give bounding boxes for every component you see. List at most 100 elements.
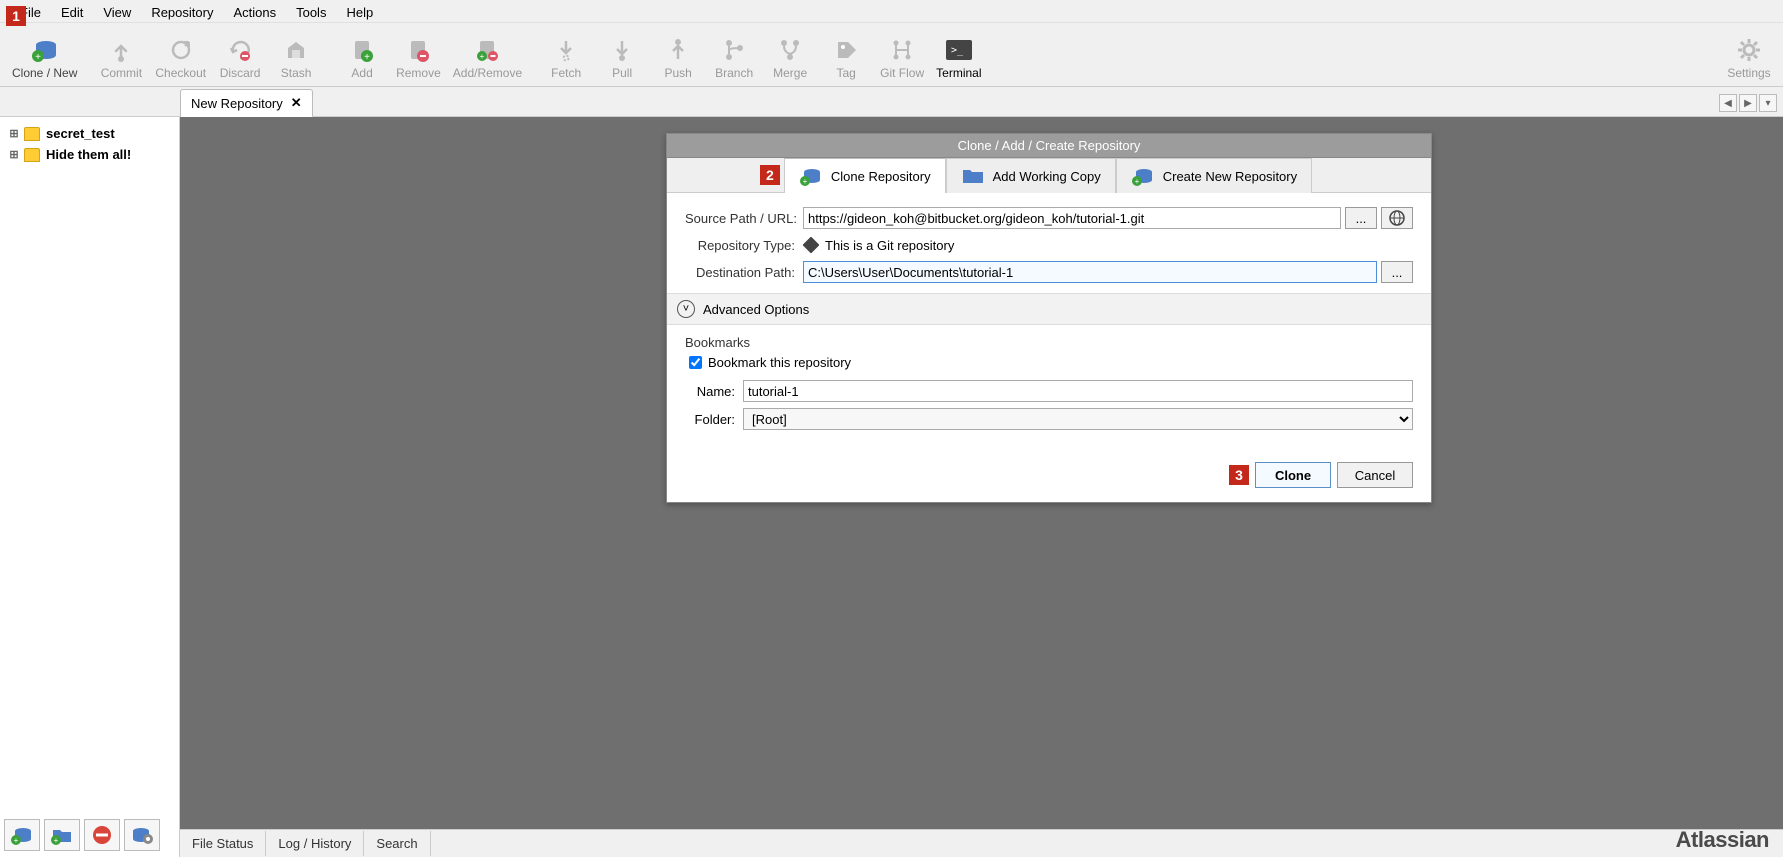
sidebar-item-hide-them-all[interactable]: ⊞ Hide them all! — [4, 144, 175, 165]
bookmarks-section: Bookmarks Bookmark this repository Name:… — [685, 335, 1413, 442]
dialog-tab-clone[interactable]: + Clone Repository — [784, 158, 946, 193]
advanced-options-label: Advanced Options — [703, 302, 809, 317]
svg-text:+: + — [364, 52, 370, 62]
merge-icon — [776, 36, 804, 64]
toolbar-add-label: Add — [351, 66, 372, 80]
toolbar-checkout-label: Checkout — [155, 66, 206, 80]
toolbar-push[interactable]: Push — [650, 34, 706, 82]
cancel-button[interactable]: Cancel — [1337, 462, 1413, 488]
browse-dest-button[interactable]: ... — [1381, 261, 1413, 283]
menu-repository[interactable]: Repository — [141, 2, 223, 23]
folder-icon — [24, 148, 40, 162]
toolbar-clone-new-label: Clone / New — [12, 66, 77, 80]
toolbar-branch[interactable]: Branch — [706, 34, 762, 82]
menu-edit[interactable]: Edit — [51, 2, 93, 23]
toolbar-fetch[interactable]: Fetch — [538, 34, 594, 82]
toolbar: + Clone / New Commit Checkout Discard St… — [0, 23, 1783, 87]
tab-new-repository-label: New Repository — [191, 96, 283, 111]
toolbar-clone-new[interactable]: + Clone / New — [6, 34, 83, 82]
tag-icon — [832, 36, 860, 64]
bookmarks-heading: Bookmarks — [685, 335, 1413, 350]
toolbar-discard[interactable]: Discard — [212, 34, 268, 82]
expand-icon[interactable]: ⊞ — [8, 148, 20, 161]
toolbar-terminal-label: Terminal — [936, 66, 981, 80]
toolbar-pull[interactable]: Pull — [594, 34, 650, 82]
menu-help[interactable]: Help — [336, 2, 383, 23]
hosted-repo-button[interactable] — [1381, 207, 1413, 229]
toolbar-settings[interactable]: Settings — [1721, 34, 1777, 82]
toolbar-git-flow-label: Git Flow — [880, 66, 924, 80]
toolbar-remove[interactable]: Remove — [390, 34, 447, 82]
bookmark-checkbox[interactable] — [689, 356, 702, 369]
svg-text:+: + — [54, 836, 59, 845]
dest-path-input[interactable] — [803, 261, 1377, 283]
tab-strip: New Repository ✕ ◀ ▶ ▾ — [0, 87, 1783, 117]
toolbar-add-remove-label: Add/Remove — [453, 66, 522, 80]
sidebar-add-repo-button[interactable]: + — [4, 819, 40, 851]
remove-icon — [404, 36, 432, 64]
menu-actions[interactable]: Actions — [223, 2, 286, 23]
tab-new-repository[interactable]: New Repository ✕ — [180, 89, 313, 117]
menu-view[interactable]: View — [93, 2, 141, 23]
toolbar-merge-label: Merge — [773, 66, 807, 80]
sidebar-bottom-actions: + + — [4, 819, 160, 851]
checkout-icon — [167, 36, 195, 64]
brand-logo: Atlassian — [1676, 827, 1769, 853]
dialog-tab-create[interactable]: + Create New Repository — [1116, 158, 1312, 193]
dialog-actions: 3 Clone Cancel — [667, 452, 1431, 502]
dest-path-label: Destination Path: — [685, 265, 795, 280]
stash-icon — [282, 36, 310, 64]
bookmark-name-label: Name: — [685, 384, 735, 399]
terminal-icon: >_ — [945, 36, 973, 64]
bookmark-folder-select[interactable]: [Root] — [743, 408, 1413, 430]
toolbar-stash[interactable]: Stash — [268, 34, 324, 82]
toolbar-git-flow[interactable]: Git Flow — [874, 34, 930, 82]
svg-text:+: + — [480, 52, 485, 61]
callout-marker-1: 1 — [6, 6, 26, 26]
toolbar-add[interactable]: + Add — [334, 34, 390, 82]
toolbar-tag[interactable]: Tag — [818, 34, 874, 82]
tab-next-button[interactable]: ▶ — [1739, 94, 1757, 112]
bookmark-folder-label: Folder: — [685, 412, 735, 427]
expand-icon[interactable]: ⊞ — [8, 127, 20, 140]
sidebar-settings-button[interactable] — [124, 819, 160, 851]
window: 1 File Edit View Repository Actions Tool… — [0, 0, 1783, 857]
toolbar-branch-label: Branch — [715, 66, 753, 80]
branch-icon — [720, 36, 748, 64]
dialog-tab-add-label: Add Working Copy — [993, 169, 1101, 184]
chevron-down-icon: ˅ — [677, 300, 695, 318]
toolbar-merge[interactable]: Merge — [762, 34, 818, 82]
svg-text:+: + — [803, 177, 808, 186]
dialog-tab-add[interactable]: Add Working Copy — [946, 158, 1116, 193]
sidebar-add-folder-button[interactable]: + — [44, 819, 80, 851]
toolbar-checkout[interactable]: Checkout — [149, 34, 212, 82]
sidebar-remove-button[interactable] — [84, 819, 120, 851]
toolbar-discard-label: Discard — [220, 66, 261, 80]
tab-list-button[interactable]: ▾ — [1759, 94, 1777, 112]
toolbar-commit-label: Commit — [101, 66, 142, 80]
dialog-tab-create-label: Create New Repository — [1163, 169, 1297, 184]
clone-button[interactable]: Clone — [1255, 462, 1331, 488]
dialog-body: Source Path / URL: ... Repository Type: … — [667, 193, 1431, 452]
sidebar-item-secret-test[interactable]: ⊞ secret_test — [4, 123, 175, 144]
toolbar-terminal[interactable]: >_ Terminal — [930, 34, 987, 82]
repo-type-value: This is a Git repository — [825, 238, 954, 253]
menu-tools[interactable]: Tools — [286, 2, 336, 23]
main-area: Clone / Add / Create Repository 2 + Clon… — [180, 117, 1783, 857]
callout-marker-2: 2 — [760, 165, 780, 185]
tab-prev-button[interactable]: ◀ — [1719, 94, 1737, 112]
toolbar-commit[interactable]: Commit — [93, 34, 149, 82]
toolbar-add-remove[interactable]: + Add/Remove — [447, 34, 528, 82]
status-tab-log-history[interactable]: Log / History — [266, 831, 364, 856]
bookmark-checkbox-label: Bookmark this repository — [708, 355, 851, 370]
tab-close-icon[interactable]: ✕ — [291, 95, 302, 111]
advanced-options-toggle[interactable]: ˅ Advanced Options — [667, 293, 1431, 325]
status-tab-search[interactable]: Search — [364, 831, 430, 856]
status-tab-file-status[interactable]: File Status — [180, 831, 266, 856]
browse-source-button[interactable]: ... — [1345, 207, 1377, 229]
add-remove-icon: + — [473, 36, 501, 64]
git-icon — [803, 237, 819, 253]
bookmark-name-input[interactable] — [743, 380, 1413, 402]
pull-icon — [608, 36, 636, 64]
source-path-input[interactable] — [803, 207, 1341, 229]
